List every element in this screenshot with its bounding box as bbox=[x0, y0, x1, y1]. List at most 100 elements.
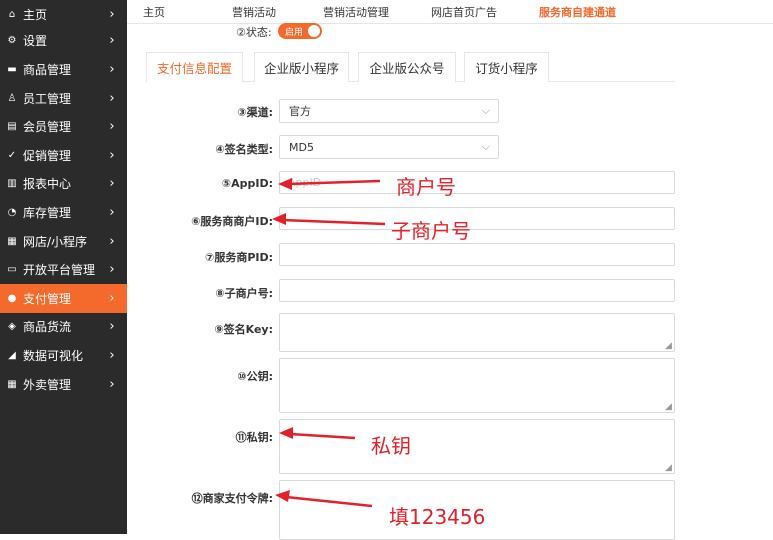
sign-type-value: MD5 bbox=[289, 140, 314, 154]
chevron-right-icon: › bbox=[109, 376, 115, 392]
promotion-icon: ✓ bbox=[7, 149, 17, 161]
sign-type-select[interactable]: MD5 ⌵ bbox=[279, 135, 499, 159]
top-tab-sp-channel[interactable]: 服务商自建通道 bbox=[539, 4, 616, 20]
sidebar-item-label: 开放平台管理 bbox=[23, 263, 96, 278]
public-key-textarea[interactable] bbox=[279, 358, 675, 413]
sidebar-item-label: 会员管理 bbox=[23, 120, 72, 135]
sidebar-item-data-visual[interactable]: ◢ 数据可视化 › bbox=[0, 341, 127, 370]
tab-enterprise-official[interactable]: 企业版公众号 bbox=[358, 52, 456, 82]
gear-icon: ⚙ bbox=[7, 35, 17, 47]
sidebar-item-label: 报表中心 bbox=[23, 177, 72, 192]
private-key-label: ⑪私钥: bbox=[235, 431, 273, 444]
sidebar-item-report[interactable]: ▥ 报表中心 › bbox=[0, 170, 127, 199]
config-tab-bar: 支付信息配置 企业版小程序 企业版公众号 订货小程序 bbox=[146, 52, 674, 83]
channel-value: 官方 bbox=[289, 105, 311, 118]
sidebar-item-payment[interactable]: ● 支付管理 › bbox=[0, 284, 127, 313]
status-label: ②状态: bbox=[236, 26, 272, 39]
data-visual-icon: ◢ bbox=[8, 349, 16, 361]
sub-mch-input[interactable] bbox=[279, 279, 675, 302]
sidebar-item-takeout[interactable]: ▦ 外卖管理 › bbox=[0, 370, 127, 399]
tab-payment-config[interactable]: 支付信息配置 bbox=[146, 52, 243, 83]
sidebar-item-inventory[interactable]: ◔ 库存管理 › bbox=[0, 198, 127, 227]
toggle-knob bbox=[308, 25, 320, 37]
appid-label: ⑤AppID: bbox=[221, 177, 273, 190]
takeout-icon: ▦ bbox=[7, 378, 17, 390]
sidebar-item-goods-flow[interactable]: ◈ 商品货流 › bbox=[0, 313, 127, 342]
chevron-right-icon: › bbox=[109, 90, 115, 106]
chevron-right-icon: › bbox=[109, 319, 115, 335]
appid-input[interactable] bbox=[279, 171, 675, 194]
sign-key-textarea[interactable] bbox=[279, 313, 675, 352]
platform-icon: ▭ bbox=[7, 264, 17, 276]
channel-select[interactable]: 官方 ⌵ bbox=[279, 99, 499, 123]
goods-flow-icon: ◈ bbox=[8, 321, 16, 333]
sidebar-item-label: 设置 bbox=[23, 34, 48, 49]
sidebar-item-label: 支付管理 bbox=[23, 291, 72, 306]
staff-icon: ♙ bbox=[7, 92, 17, 104]
sidebar-item-promotion[interactable]: ✓ 促销管理 › bbox=[0, 141, 127, 170]
top-tab-marketing-manage[interactable]: 营销活动管理 bbox=[323, 4, 389, 20]
sp-pid-label: ⑦服务商PID: bbox=[205, 251, 273, 264]
sp-pid-input[interactable] bbox=[279, 243, 675, 266]
sidebar-item-product[interactable]: ▬ 商品管理 › bbox=[0, 55, 127, 84]
top-tab-marketing[interactable]: 营销活动 bbox=[232, 4, 276, 20]
chevron-right-icon: › bbox=[109, 204, 115, 220]
resize-grip-icon[interactable]: ◢ bbox=[665, 403, 672, 412]
sidebar-item-label: 数据可视化 bbox=[23, 348, 84, 363]
sign-key-label: ⑨签名Key: bbox=[214, 323, 273, 336]
resize-grip-icon[interactable]: ◢ bbox=[665, 464, 672, 473]
sp-mch-id-input[interactable] bbox=[279, 207, 675, 230]
chevron-right-icon: › bbox=[109, 290, 115, 306]
annotation-fill-token: 填123456 bbox=[389, 505, 486, 529]
sidebar-item-label: 商品管理 bbox=[23, 62, 72, 77]
sidebar-item-label: 员工管理 bbox=[23, 91, 72, 106]
channel-label: ③渠道: bbox=[237, 106, 273, 119]
chevron-right-icon: › bbox=[109, 147, 115, 163]
tab-order-miniapp[interactable]: 订货小程序 bbox=[464, 52, 549, 82]
member-icon: ▤ bbox=[7, 121, 17, 133]
sidebar-item-label: 库存管理 bbox=[23, 205, 72, 220]
public-key-label: ⑩公钥: bbox=[237, 370, 273, 383]
home-icon: ⌂ bbox=[8, 8, 16, 20]
sidebar-item-home[interactable]: ⌂ 主页 › bbox=[0, 0, 127, 29]
annotation-merchant-no: 商户号 bbox=[396, 175, 456, 199]
inventory-icon: ◔ bbox=[7, 206, 17, 218]
chevron-right-icon: › bbox=[109, 262, 115, 278]
sidebar-item-label: 外卖管理 bbox=[23, 377, 72, 392]
resize-grip-icon[interactable]: ◢ bbox=[665, 342, 672, 351]
store-icon: ▦ bbox=[7, 235, 17, 247]
sidebar-item-label: 主页 bbox=[23, 7, 48, 22]
chevron-right-icon: › bbox=[109, 6, 115, 22]
sign-type-label: ④签名类型: bbox=[215, 143, 273, 156]
private-key-textarea[interactable] bbox=[279, 419, 675, 474]
merchant-token-label: ⑫商家支付令牌: bbox=[191, 492, 273, 505]
tab-enterprise-miniapp[interactable]: 企业版小程序 bbox=[254, 52, 349, 82]
top-tab-store-ads[interactable]: 网店首页广告 bbox=[431, 4, 497, 20]
top-tab-home[interactable]: 主页 bbox=[143, 4, 165, 20]
sidebar-item-platform[interactable]: ▭ 开放平台管理 › bbox=[0, 255, 127, 284]
chevron-right-icon: › bbox=[109, 119, 115, 135]
sidebar-item-label: 网店/小程序 bbox=[23, 234, 88, 249]
chevron-down-icon: ⌵ bbox=[481, 104, 490, 117]
chevron-right-icon: › bbox=[109, 61, 115, 77]
sidebar: ⌂ 主页 › ⚙ 设置 › ▬ 商品管理 › ♙ 员工管理 › ▤ 会员管理 › ✓ 促销管理 › ▥ 报表中心 › ◔ 库… bbox=[0, 0, 127, 534]
sidebar-item-label: 促销管理 bbox=[23, 148, 72, 163]
top-tab-bar: 主页 营销活动 营销活动管理 网店首页广告 服务商自建通道 bbox=[127, 0, 773, 24]
chevron-right-icon: › bbox=[109, 33, 115, 49]
annotation-private-key: 私钥 bbox=[371, 434, 411, 458]
sidebar-item-member[interactable]: ▤ 会员管理 › bbox=[0, 112, 127, 141]
sidebar-item-label: 商品货流 bbox=[23, 320, 72, 335]
product-icon: ▬ bbox=[7, 63, 17, 75]
chevron-right-icon: › bbox=[109, 233, 115, 249]
sidebar-item-store[interactable]: ▦ 网店/小程序 › bbox=[0, 227, 127, 256]
toggle-text: 启用 bbox=[285, 28, 304, 38]
report-icon: ▥ bbox=[7, 178, 17, 190]
chevron-right-icon: › bbox=[109, 176, 115, 192]
sp-mch-id-label: ⑥服务商商户ID: bbox=[191, 215, 273, 228]
sidebar-item-staff[interactable]: ♙ 员工管理 › bbox=[0, 84, 127, 113]
sidebar-item-gear[interactable]: ⚙ 设置 › bbox=[0, 27, 127, 56]
chevron-right-icon: › bbox=[109, 347, 115, 363]
annotation-sub-merchant-no: 子商户号 bbox=[391, 219, 471, 243]
sub-mch-label: ⑧子商户号: bbox=[215, 287, 273, 300]
status-toggle[interactable]: 启用 bbox=[278, 23, 322, 39]
